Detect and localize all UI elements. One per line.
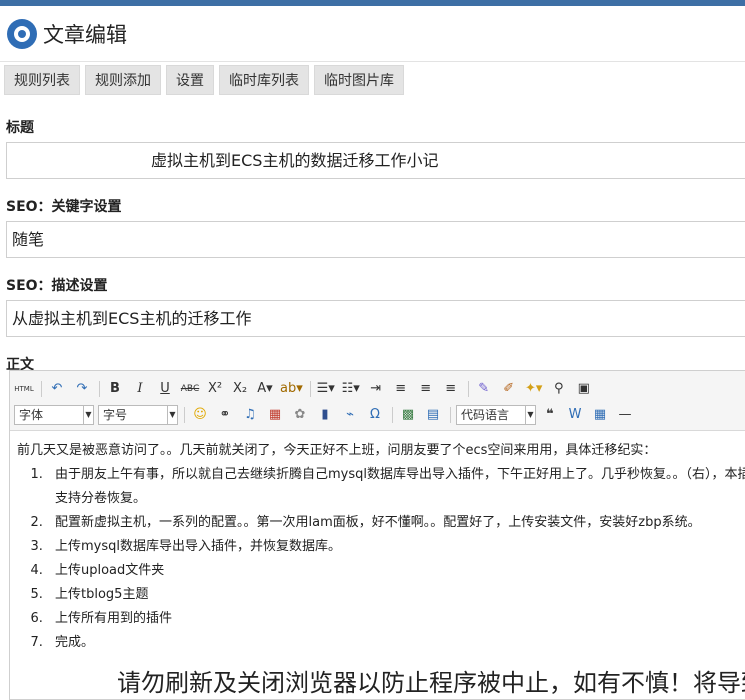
search-replace-icon[interactable]: ⚲ bbox=[549, 379, 569, 399]
toolbar-row-1: HTML ↶ ↷ B I U ABC X² X₂ A▾ ab▾ ☰▾ ☷▾ ⇥ … bbox=[14, 377, 599, 401]
seo-keywords-label: SEO：关键字设置 bbox=[6, 199, 122, 215]
bold-icon[interactable]: B bbox=[105, 379, 125, 399]
tab-rule-list[interactable]: 规则列表 bbox=[4, 65, 80, 95]
list-item: 上传upload文件夹 bbox=[47, 559, 745, 583]
title-label: 标题 bbox=[6, 120, 34, 136]
scrawl-icon[interactable]: ✿ bbox=[290, 405, 310, 425]
quote-icon[interactable]: ❝ bbox=[540, 405, 560, 425]
special-char-icon[interactable]: Ω bbox=[365, 405, 385, 425]
code-language-select-label: 代码语言 bbox=[461, 408, 510, 422]
align-center-icon[interactable]: ≡ bbox=[416, 379, 436, 399]
redo-icon[interactable]: ↷ bbox=[72, 379, 92, 399]
align-right-icon[interactable]: ≡ bbox=[441, 379, 461, 399]
font-family-select[interactable]: 字体 ▼ bbox=[14, 405, 94, 425]
magic-wand-icon[interactable]: ✦▾ bbox=[524, 379, 544, 399]
toolbar-separator bbox=[450, 407, 451, 423]
editor-content[interactable]: 前几天又是被恶意访问了。。几天前就关闭了，今天正好不上班，问朋友要了个ecs空间… bbox=[10, 431, 745, 695]
eraser-icon[interactable]: ✎ bbox=[474, 379, 494, 399]
tab-bar: 规则列表 规则添加 设置 临时库列表 临时图片库 bbox=[0, 65, 745, 95]
seo-keywords-input[interactable]: 随笔 bbox=[6, 221, 745, 258]
toolbar-separator bbox=[184, 407, 185, 423]
template-icon[interactable]: ▣ bbox=[574, 379, 594, 399]
tab-temp-images[interactable]: 临时图片库 bbox=[314, 65, 404, 95]
align-left-icon[interactable]: ≡ bbox=[391, 379, 411, 399]
list-item: 上传mysql数据库导出导入插件，并恢复数据库。 bbox=[47, 535, 745, 559]
list-item: 上传tblog5主题 bbox=[47, 583, 745, 607]
toolbar-row-2: 字体 ▼ 字号 ▼ ☺ ⚭ ♫ ▦ ✿ ▮ ⌁ Ω ▩ ▤ 代码语言 ▼ ❝ W… bbox=[14, 403, 640, 427]
page-title: 文章编辑 bbox=[43, 22, 127, 47]
ordered-list-icon[interactable]: ☰▾ bbox=[316, 379, 336, 399]
title-input[interactable]: 虚拟主机到ECS主机的数据迁移工作小记 bbox=[6, 142, 745, 179]
tab-rule-add[interactable]: 规则添加 bbox=[85, 65, 161, 95]
font-family-select-label: 字体 bbox=[19, 408, 44, 422]
table-icon[interactable]: ▦ bbox=[590, 405, 610, 425]
undo-icon[interactable]: ↶ bbox=[47, 379, 67, 399]
strikethrough-icon[interactable]: ABC bbox=[180, 379, 200, 399]
horizontal-rule-icon[interactable]: — bbox=[615, 405, 635, 425]
list-item: 配置新虚拟主机，一系列的配置。。第一次用lam面板，好不懂啊。。配置好了，上传安… bbox=[47, 511, 745, 535]
font-color-icon[interactable]: A▾ bbox=[255, 379, 275, 399]
seo-description-label: SEO：描述设置 bbox=[6, 278, 108, 294]
word-paste-icon[interactable]: W bbox=[565, 405, 585, 425]
list-item: 由于朋友上午有事，所以就自己去继续折腾自己mysql数据库导出导入插件，下午正好… bbox=[47, 463, 745, 511]
toolbar-separator bbox=[467, 381, 469, 397]
italic-icon[interactable]: I bbox=[130, 379, 150, 399]
list-item: 上传所有用到的插件 bbox=[47, 607, 745, 631]
rich-text-editor: HTML ↶ ↷ B I U ABC X² X₂ A▾ ab▾ ☰▾ ☷▾ ⇥ … bbox=[9, 370, 745, 700]
list-item: 完成。 bbox=[47, 631, 745, 655]
unordered-list-icon[interactable]: ☷▾ bbox=[341, 379, 361, 399]
music-icon[interactable]: ♫ bbox=[240, 405, 260, 425]
toolbar-separator bbox=[392, 407, 393, 423]
content-list: 由于朋友上午有事，所以就自己去继续折腾自己mysql数据库导出导入插件，下午正好… bbox=[17, 463, 745, 655]
attachment-icon[interactable]: ⌁ bbox=[340, 405, 360, 425]
code-language-select[interactable]: 代码语言 ▼ bbox=[456, 405, 536, 425]
toolbar-separator bbox=[99, 381, 100, 397]
toolbar-separator bbox=[309, 381, 311, 397]
insert-image-icon[interactable]: ▩ bbox=[398, 405, 418, 425]
link-icon[interactable]: ⚭ bbox=[215, 405, 235, 425]
editor-toolbar: HTML ↶ ↷ B I U ABC X² X₂ A▾ ab▾ ☰▾ ☷▾ ⇥ … bbox=[10, 371, 745, 431]
image-icon[interactable]: ▦ bbox=[265, 405, 285, 425]
toolbar-separator bbox=[41, 381, 42, 397]
chevron-down-icon: ▼ bbox=[167, 406, 177, 424]
page-header: 文章编辑 bbox=[0, 6, 745, 62]
html-source-button[interactable]: HTML bbox=[14, 379, 34, 399]
font-size-select-label: 字号 bbox=[103, 408, 128, 422]
indent-icon[interactable]: ⇥ bbox=[366, 379, 386, 399]
subscript-icon[interactable]: X₂ bbox=[230, 379, 250, 399]
superscript-icon[interactable]: X² bbox=[205, 379, 225, 399]
underline-icon[interactable]: U bbox=[155, 379, 175, 399]
emoji-icon[interactable]: ☺ bbox=[190, 405, 210, 425]
chevron-down-icon: ▼ bbox=[525, 406, 535, 424]
highlight-color-icon[interactable]: ab▾ bbox=[280, 379, 303, 399]
tab-temp-library[interactable]: 临时库列表 bbox=[219, 65, 309, 95]
font-size-select[interactable]: 字号 ▼ bbox=[98, 405, 178, 425]
format-brush-icon[interactable]: ✐ bbox=[499, 379, 519, 399]
tab-settings[interactable]: 设置 bbox=[166, 65, 214, 95]
insert-frame-icon[interactable]: ▤ bbox=[423, 405, 443, 425]
chevron-down-icon: ▼ bbox=[83, 406, 93, 424]
seo-description-input[interactable]: 从虚拟主机到ECS主机的迁移工作 bbox=[6, 300, 745, 337]
warning-banner: 请勿刷新及关闭浏览器以防止程序被中止，如有不慎！将导致 bbox=[117, 669, 745, 697]
app-logo-icon bbox=[7, 18, 37, 49]
video-icon[interactable]: ▮ bbox=[315, 405, 335, 425]
content-intro: 前几天又是被恶意访问了。。几天前就关闭了，今天正好不上班，问朋友要了个ecs空间… bbox=[17, 443, 657, 458]
